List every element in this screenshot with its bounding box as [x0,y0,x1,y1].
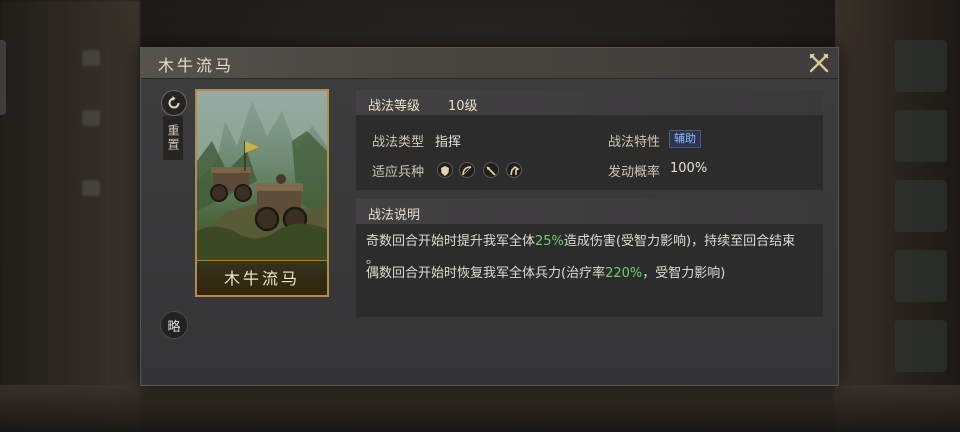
background-strip [82,110,100,126]
background-tile [895,250,947,302]
description-line-3-text: 偶数回合开始时恢复我军全体兵力(治疗率 [366,266,606,281]
skill-attributes-panel: 战法等级 10级 战法类型 指挥 战法特性 辅助 适应兵种 发动概率 100% [356,90,823,190]
background-strip [82,50,100,66]
background-left-panel [0,0,140,432]
description-label: 战法说明 [368,208,421,223]
dialog-header: 木牛流马 [141,48,838,79]
shield-icon [437,162,453,178]
trait-tag: 辅助 [669,130,701,148]
reset-button[interactable] [161,90,187,116]
chance-value: 100% [670,161,708,176]
horse-icon [506,162,522,178]
description-line-3-tail: ，受智力影响) [642,266,726,281]
dialog-title: 木牛流马 [158,56,235,75]
type-value: 指挥 [435,135,462,150]
description-line-3: 偶数回合开始时恢复我军全体兵力(治疗率220%，受智力影响) [366,263,725,285]
background-tile [895,320,947,372]
heal-rate-value: 220% [605,266,643,281]
background-bottom-bar [0,385,960,432]
background-tile [895,40,947,92]
reset-label[interactable]: 重置 [163,116,183,160]
skill-description-panel: 战法说明 奇数回合开始时提升我军全体25%造成伤害(受智力影响)，持续至回合结束… [356,199,823,317]
background-tile [895,110,947,162]
description-line-1-tail: 造成伤害(受智力影响)，持续至回合结束 [563,234,796,249]
background-tile [895,180,947,232]
chance-label: 发动概率 [608,165,661,180]
level-label: 战法等级 [368,99,421,114]
damage-boost-value: 25% [535,234,564,249]
level-header: 战法等级 10级 [356,90,823,115]
bow-icon [459,162,475,178]
units-label: 适应兵种 [372,165,425,180]
trait-label: 战法特性 [608,135,661,150]
close-button[interactable] [808,52,830,74]
strategy-button[interactable]: 略 [160,311,188,339]
description-line-1: 奇数回合开始时提升我军全体25%造成伤害(受智力影响)，持续至回合结束 [366,231,795,253]
side-drawer-handle[interactable] [0,40,6,115]
description-line-1-text: 奇数回合开始时提升我军全体 [366,234,536,249]
description-header: 战法说明 [356,199,823,224]
spear-icon [483,162,499,178]
refresh-icon [168,96,180,109]
type-label: 战法类型 [372,135,425,150]
card-name: 木牛流马 [223,269,300,288]
close-icon [809,53,829,73]
background-right-panel [835,0,960,432]
level-value: 10级 [448,99,478,114]
background-strip [82,180,100,196]
skill-card: 木牛流马 [195,89,329,297]
